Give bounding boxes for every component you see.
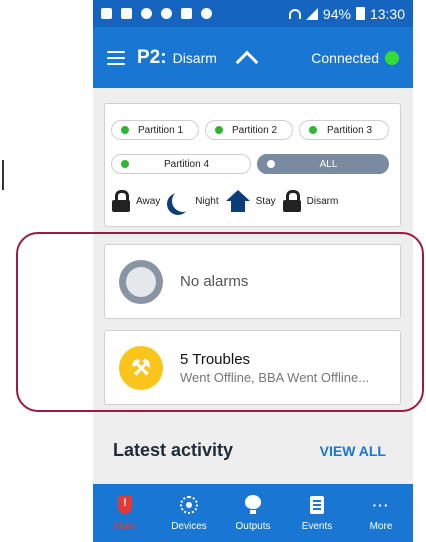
partition-label: Partition 2 — [231, 124, 278, 136]
person-icon — [201, 8, 212, 19]
all-label: ALL — [319, 158, 338, 170]
wifi-icon — [288, 8, 301, 19]
shield-status-icon — [181, 8, 192, 19]
all-partitions-toggle[interactable]: ALL — [257, 154, 389, 174]
stay-button[interactable]: Stay — [225, 190, 276, 212]
away-button[interactable]: Away — [112, 190, 160, 212]
wrench-icon: ⚒ — [119, 345, 163, 390]
moon-icon — [172, 190, 194, 212]
partition-code: P2: — [137, 46, 167, 68]
app-bar: P2: Disarm Connected — [93, 27, 413, 88]
edge-marker — [2, 160, 4, 190]
house-icon — [225, 190, 250, 212]
partition-3-toggle[interactable]: Partition 3 — [299, 120, 389, 140]
unlock-icon — [282, 190, 301, 212]
nav-more[interactable]: ··· More — [352, 494, 410, 532]
message-icon — [101, 8, 112, 19]
status-dot — [121, 160, 129, 168]
nav-outputs[interactable]: Outputs — [224, 494, 282, 532]
arm-mode-row: Away Night Stay Disarm — [105, 186, 400, 216]
partitions-card: Partition 1 Partition 2 Partition 3 Part… — [104, 103, 401, 227]
battery-icon — [355, 7, 365, 20]
alarm-bell-icon — [119, 259, 163, 304]
alarms-card[interactable]: No alarms — [104, 244, 401, 319]
shield-alert-icon — [118, 496, 132, 514]
nav-label: More — [369, 521, 393, 532]
status-dot — [215, 126, 223, 134]
bulb-icon — [245, 495, 261, 515]
troubles-subtitle: Went Offline, BBA Went Offline... — [180, 369, 370, 385]
notification-icons — [101, 8, 212, 19]
status-bar: 94% 13:30 — [93, 0, 413, 27]
menu-icon[interactable] — [107, 50, 125, 65]
person-icon — [161, 8, 172, 19]
nav-label: Outputs — [235, 521, 271, 532]
night-button[interactable]: Night — [167, 190, 218, 212]
partition-label: Partition 1 — [137, 124, 184, 136]
status-right: 94% 13:30 — [288, 5, 405, 22]
signal-icon — [305, 7, 318, 20]
away-label: Away — [136, 195, 161, 207]
chevron-up-icon[interactable] — [235, 50, 259, 73]
nav-label: Main — [114, 521, 136, 532]
person-icon — [141, 8, 152, 19]
latest-activity-heading: Latest activity — [113, 440, 234, 460]
cast-icon — [121, 8, 132, 19]
troubles-card[interactable]: ⚒ 5 Troubles Went Offline, BBA Went Offl… — [104, 330, 401, 405]
clock: 13:30 — [369, 5, 405, 22]
alarms-text: No alarms — [180, 273, 249, 290]
status-dot — [121, 126, 129, 134]
lock-icon — [112, 190, 130, 212]
stay-label: Stay — [255, 195, 276, 207]
nav-main[interactable]: Main — [96, 494, 154, 532]
connection-indicator — [385, 50, 399, 65]
view-all-link[interactable]: VIEW ALL — [320, 443, 386, 459]
status-dot — [309, 126, 317, 134]
partition-label: Partition 4 — [163, 158, 210, 170]
troubles-text: 5 Troubles Went Offline, BBA Went Offlin… — [180, 351, 369, 385]
more-icon: ··· — [372, 497, 390, 513]
nav-events[interactable]: Events — [288, 494, 346, 532]
troubles-title: 5 Troubles — [180, 350, 251, 368]
connection-status: Connected — [311, 49, 379, 66]
bottom-navigation: Main Devices Outputs Events ··· More — [93, 484, 413, 542]
phone-screen: 94% 13:30 P2: Disarm Connected Partition… — [93, 0, 413, 542]
partition-mode: Disarm — [172, 49, 217, 66]
partition-2-toggle[interactable]: Partition 2 — [205, 120, 293, 140]
disarm-label: Disarm — [306, 195, 339, 207]
partition-label: Partition 3 — [326, 124, 373, 136]
partition-4-toggle[interactable]: Partition 4 — [111, 154, 251, 174]
partition-1-toggle[interactable]: Partition 1 — [111, 120, 199, 140]
disarm-button[interactable]: Disarm — [282, 190, 339, 212]
devices-icon — [180, 496, 198, 514]
nav-label: Events — [301, 521, 333, 532]
nav-label: Devices — [171, 521, 207, 532]
toggle-knob — [267, 160, 275, 168]
nav-devices[interactable]: Devices — [160, 494, 218, 532]
battery-percent: 94% — [322, 5, 351, 22]
night-label: Night — [195, 195, 219, 207]
events-icon — [310, 496, 324, 514]
